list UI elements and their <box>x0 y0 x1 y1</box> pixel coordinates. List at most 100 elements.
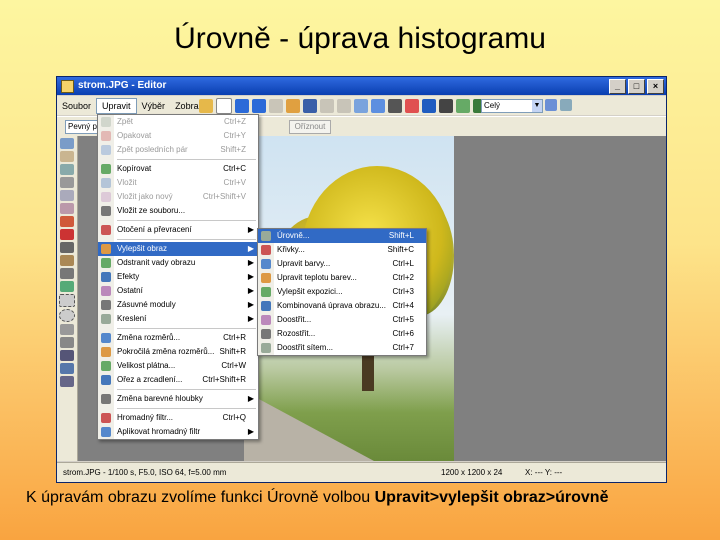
menu-item-upravit-teplotu-barev[interactable]: Upravit teplotu barev... Ctrl+2 <box>258 271 426 285</box>
color-icon[interactable] <box>405 99 419 113</box>
menu-item-label: Změna barevné hloubky <box>117 394 203 403</box>
submenu-arrow-icon: ▶ <box>247 300 254 309</box>
menu-item-zasuvne-moduly[interactable]: Zásuvné moduly ▶ <box>98 298 258 312</box>
menu-item-doostrit[interactable]: Doostřit... Ctrl+5 <box>258 313 426 327</box>
menu-item-orez-a-zrcadleni[interactable]: Ořez a zrcadlení... Ctrl+Shift+R <box>98 373 258 387</box>
menu-item-vlozit[interactable]: Vložit Ctrl+V <box>98 176 258 190</box>
forward-arrow-icon[interactable] <box>252 99 266 113</box>
page-icon[interactable] <box>216 98 232 114</box>
menu-item-pokrocila-zmena-rozmeru[interactable]: Pokročilá změna rozměrů... Shift+R <box>98 345 258 359</box>
layer-tool-icon[interactable] <box>60 363 74 374</box>
hromadny-filtr-icon <box>101 413 111 423</box>
pencil-tool-icon[interactable] <box>60 255 74 266</box>
back-arrow-icon[interactable] <box>235 99 249 113</box>
menu-item-aplikovat-hromadny-filtr[interactable]: Aplikovat hromadný filtr ▶ <box>98 425 258 439</box>
menu-item-zmena-rozmeru[interactable]: Změna rozměrů... Ctrl+R <box>98 331 258 345</box>
menu-item-label: Otočení a převracení <box>117 225 192 234</box>
tool-palette <box>57 136 78 461</box>
save-icon[interactable] <box>303 99 317 113</box>
zoom-tool-icon[interactable] <box>60 138 74 149</box>
menu-item-vlozit-jako-novy[interactable]: Vložit jako nový Ctrl+Shift+V <box>98 190 258 204</box>
ostatni-icon <box>101 286 111 296</box>
menu-item-velikost-platna[interactable]: Velikost plátna... Ctrl+W <box>98 359 258 373</box>
menu-item-zpet[interactable]: Zpět Ctrl+Z <box>98 115 258 129</box>
undo-icon[interactable] <box>320 99 334 113</box>
window-titlebar[interactable]: strom.JPG - Editor _ □ × <box>57 77 666 95</box>
adjust-icon[interactable] <box>456 99 470 113</box>
doostrit-icon <box>261 315 271 325</box>
menu-separator <box>117 220 256 221</box>
odstranit-vady-obrazu-icon <box>101 258 111 268</box>
line-tool-icon[interactable] <box>60 268 74 279</box>
menu-item-doostrit-sitem[interactable]: Doostřit sítem... Ctrl+7 <box>258 341 426 355</box>
open-folder-icon[interactable] <box>199 99 213 113</box>
menu-item-krivky[interactable]: Křivky... Shift+C <box>258 243 426 257</box>
menu-item-label: Ostatní <box>117 286 143 295</box>
slide-title: Úrovně - úprava histogramu <box>174 22 546 55</box>
menu-item-odstranit-vady-obrazu[interactable]: Odstranit vady obrazu ▶ <box>98 256 258 270</box>
menu-item-kopirovat[interactable]: Kopírovat Ctrl+C <box>98 162 258 176</box>
menu-shortcut: Ctrl+Q <box>222 413 246 422</box>
fill-tool-icon[interactable] <box>60 229 74 240</box>
info-icon[interactable] <box>422 99 436 113</box>
velikost-platna-icon <box>101 361 111 371</box>
wand-tool-icon[interactable] <box>60 337 74 348</box>
menu-item-kombinovana-uprava-obrazu[interactable]: Kombinovaná úprava obrazu... Ctrl+4 <box>258 299 426 313</box>
chevron-down-icon[interactable]: ▼ <box>532 100 542 112</box>
menu-item-label: Kreslení <box>117 314 147 323</box>
crop-tool-icon[interactable] <box>60 164 74 175</box>
menu-item-upravit-barvy[interactable]: Upravit barvy... Ctrl+L <box>258 257 426 271</box>
menu-edit[interactable]: Upravit <box>96 97 137 114</box>
brush-tool-icon[interactable] <box>60 216 74 227</box>
eraser-tool-icon[interactable] <box>60 281 74 292</box>
menu-item-urovne[interactable]: Úrovně... Shift+L <box>258 229 426 243</box>
zoom-combo[interactable]: Celý ▼ <box>481 99 543 113</box>
menu-item-hromadny-filtr[interactable]: Hromadný filtr... Ctrl+Q <box>98 411 258 425</box>
stamp-tool-icon[interactable] <box>60 242 74 253</box>
crop-icon[interactable] <box>354 99 368 113</box>
menu-shortcut: Ctrl+Shift+V <box>202 192 246 201</box>
levels-icon[interactable] <box>388 99 402 113</box>
menu-item-zpet-poslednich-par[interactable]: Zpět posledních pár Shift+Z <box>98 143 258 157</box>
menu-item-efekty[interactable]: Efekty ▶ <box>98 270 258 284</box>
menu-item-rozostrit[interactable]: Rozostřit... Ctrl+6 <box>258 327 426 341</box>
ellipse-select-icon[interactable] <box>59 309 75 322</box>
menu-item-vlozit-ze-souboru[interactable]: Vložit ze souboru... <box>98 204 258 218</box>
zoom-icon[interactable] <box>371 99 385 113</box>
menu-item-vylepsit-obraz[interactable]: Vylepšit obraz ▶ <box>98 242 258 256</box>
text-tool-icon[interactable] <box>60 350 74 361</box>
redeye-tool-icon[interactable] <box>60 203 74 214</box>
menu-item-label: Velikost plátna... <box>117 361 176 370</box>
rect-select-icon[interactable] <box>59 294 75 307</box>
menu-shortcut: Shift+C <box>387 245 414 254</box>
rotate-icon[interactable] <box>269 99 283 113</box>
close-button[interactable]: × <box>647 79 664 94</box>
menu-item-zmena-barevne-hloubky[interactable]: Změna barevné hloubky ▶ <box>98 392 258 406</box>
menu-select[interactable]: Výběr <box>137 99 171 113</box>
minimize-button[interactable]: _ <box>609 79 626 94</box>
straighten-tool-icon[interactable] <box>60 177 74 188</box>
menu-shortcut: Ctrl+W <box>221 361 246 370</box>
menu-item-label: Odstranit vady obrazu <box>117 258 196 267</box>
maximize-button[interactable]: □ <box>628 79 645 94</box>
menu-item-opakovat[interactable]: Opakovat Ctrl+Y <box>98 129 258 143</box>
print-icon[interactable] <box>286 99 300 113</box>
menu-file[interactable]: Soubor <box>57 99 96 113</box>
menu-shortcut: Ctrl+Y <box>223 131 246 140</box>
menu-item-label: Vložit ze souboru... <box>117 206 186 215</box>
menu-item-otoceni-a-prevraceni[interactable]: Otočení a převracení ▶ <box>98 223 258 237</box>
resize-tool-icon[interactable] <box>60 190 74 201</box>
fullscreen-icon[interactable] <box>560 99 572 111</box>
crop-button[interactable]: Oříznout <box>289 120 331 134</box>
fit-icon[interactable] <box>545 99 557 111</box>
edit-menu: Zpět Ctrl+Z Opakovat Ctrl+Y Zpět posledních … <box>97 114 259 440</box>
lasso-tool-icon[interactable] <box>60 324 74 335</box>
menu-item-ostatni[interactable]: Ostatní ▶ <box>98 284 258 298</box>
krivky-icon <box>261 245 271 255</box>
hand-tool-icon[interactable] <box>60 151 74 162</box>
grid-tool-icon[interactable] <box>60 376 74 387</box>
menu-item-vylepsit-expozici[interactable]: Vylepšit expozici... Ctrl+3 <box>258 285 426 299</box>
contrast-icon[interactable] <box>439 99 453 113</box>
redo-icon[interactable] <box>337 99 351 113</box>
menu-item-kresleni[interactable]: Kreslení ▶ <box>98 312 258 326</box>
